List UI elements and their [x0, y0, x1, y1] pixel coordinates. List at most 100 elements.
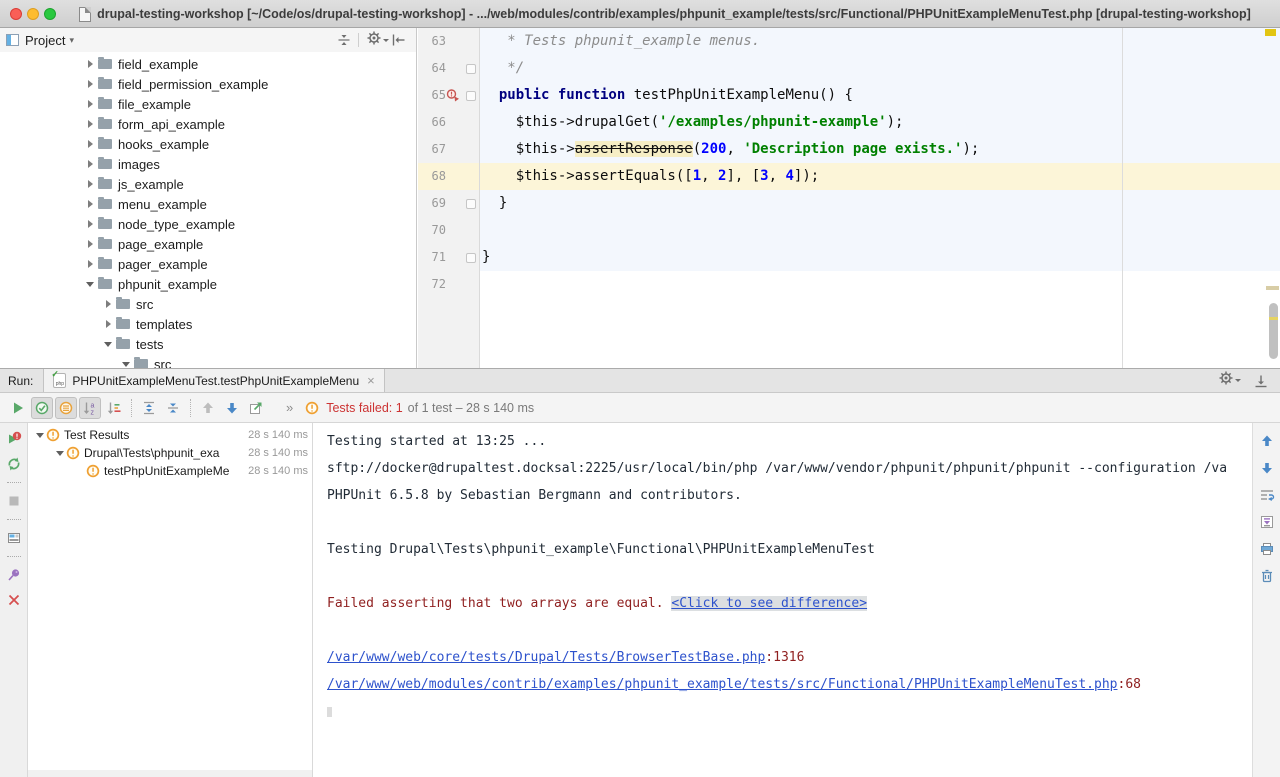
chevron-right-icon[interactable] [84, 160, 96, 168]
gear-icon[interactable] [364, 31, 390, 49]
error-stripe-mark[interactable] [1266, 286, 1279, 290]
pin-icon[interactable] [6, 567, 22, 583]
chevron-right-icon[interactable] [84, 80, 96, 88]
gutter-line-70[interactable]: 70 [418, 217, 480, 244]
chevron-right-icon[interactable] [84, 220, 96, 228]
restore-layout-icon[interactable] [6, 530, 22, 546]
fold-marker-icon[interactable] [466, 253, 476, 263]
gutter-line-67[interactable]: 67 [418, 136, 480, 163]
chevron-down-icon[interactable] [34, 433, 46, 438]
code-text[interactable]: } [480, 244, 1280, 271]
previous-failed-icon[interactable] [197, 397, 219, 419]
console-link[interactable]: <Click to see difference> [671, 596, 867, 611]
hide-panel-icon[interactable] [390, 31, 408, 49]
chevron-right-icon[interactable] [84, 260, 96, 268]
tree-item-tests[interactable]: tests [0, 334, 416, 354]
clear-all-icon[interactable] [1259, 568, 1275, 584]
tree-item-src[interactable]: src [0, 294, 416, 314]
code-text[interactable]: public function testPhpUnitExampleMenu()… [480, 82, 1280, 109]
chevron-right-icon[interactable] [84, 100, 96, 108]
chevron-right-icon[interactable] [84, 140, 96, 148]
console-link[interactable]: /var/www/web/modules/contrib/examples/ph… [327, 677, 1118, 692]
code-text[interactable]: $this->assertEquals([1, 2], [3, 4]); [480, 163, 1280, 190]
code-text[interactable]: * Tests phpunit_example menus. [480, 28, 1280, 55]
console-output[interactable]: Testing started at 13:25 ...sftp://docke… [314, 423, 1252, 777]
tree-item-js_example[interactable]: js_example [0, 174, 416, 194]
tree-item-phpunit_example[interactable]: phpunit_example [0, 274, 416, 294]
tree-item-file_example[interactable]: file_example [0, 94, 416, 114]
chevron-down-icon[interactable] [84, 282, 96, 287]
chevron-down-icon[interactable]: ▾ [69, 35, 74, 46]
tree-item-hooks_example[interactable]: hooks_example [0, 134, 416, 154]
chevron-right-icon[interactable] [84, 60, 96, 68]
gutter-line-68[interactable]: 68 [418, 163, 480, 190]
collapse-all-icon[interactable] [162, 397, 184, 419]
close-window-button[interactable] [10, 8, 22, 20]
rerun-icon[interactable] [7, 397, 29, 419]
tree-item-images[interactable]: images [0, 154, 416, 174]
chevron-down-icon[interactable] [120, 362, 132, 367]
tree-item-form_api_example[interactable]: form_api_example [0, 114, 416, 134]
down-stack-icon[interactable] [1259, 460, 1275, 476]
print-icon[interactable] [1259, 541, 1275, 557]
show-ignored-icon[interactable] [55, 397, 77, 419]
rerun-failed-icon[interactable] [6, 431, 22, 447]
show-passed-icon[interactable] [31, 397, 53, 419]
chevron-right-icon[interactable] [84, 240, 96, 248]
project-panel-title[interactable]: Project [25, 33, 65, 48]
sort-by-duration-icon[interactable] [103, 397, 125, 419]
code-text[interactable]: */ [480, 55, 1280, 82]
tree-item-page_example[interactable]: page_example [0, 234, 416, 254]
locate-icon[interactable] [335, 31, 353, 49]
test-result-row[interactable]: Drupal\Tests\phpunit_exa28 s 140 ms [28, 444, 312, 462]
gear-icon[interactable] [1216, 372, 1242, 390]
test-history-icon[interactable] [245, 397, 267, 419]
gutter-line-65[interactable]: 65 [418, 82, 480, 109]
chevron-right-icon[interactable] [102, 320, 114, 328]
minimize-window-button[interactable] [27, 8, 39, 20]
code-text[interactable] [480, 217, 1280, 244]
failed-test-icon[interactable] [446, 89, 460, 107]
chevron-right-icon[interactable] [84, 120, 96, 128]
hide-panel-icon[interactable] [1252, 372, 1270, 390]
close-tab-icon[interactable]: × [367, 373, 375, 388]
zoom-window-button[interactable] [44, 8, 56, 20]
tree-item-src[interactable]: src [0, 354, 416, 368]
tree-item-menu_example[interactable]: menu_example [0, 194, 416, 214]
up-stack-icon[interactable] [1259, 433, 1275, 449]
expand-all-icon[interactable] [138, 397, 160, 419]
chevron-down-icon[interactable] [102, 342, 114, 347]
code-editor[interactable]: 63 * Tests phpunit_example menus.64 */65… [418, 28, 1280, 368]
code-text[interactable]: } [480, 190, 1280, 217]
gutter-line-64[interactable]: 64 [418, 55, 480, 82]
test-result-row[interactable]: testPhpUnitExampleMe28 s 140 ms [28, 462, 312, 480]
gutter-line-69[interactable]: 69 [418, 190, 480, 217]
close-icon[interactable] [6, 592, 22, 608]
tree-item-pager_example[interactable]: pager_example [0, 254, 416, 274]
gutter-line-63[interactable]: 63 [418, 28, 480, 55]
gutter-line-66[interactable]: 66 [418, 109, 480, 136]
soft-wrap-icon[interactable] [1259, 487, 1275, 503]
gutter-line-71[interactable]: 71 [418, 244, 480, 271]
test-result-row[interactable]: Test Results28 s 140 ms [28, 426, 312, 444]
code-text[interactable] [480, 271, 1280, 298]
tree-item-field_example[interactable]: field_example [0, 54, 416, 74]
tree-horizontal-scrollbar[interactable] [28, 770, 312, 777]
code-text[interactable]: $this->assertResponse(200, 'Description … [480, 136, 1280, 163]
tree-item-field_permission_example[interactable]: field_permission_example [0, 74, 416, 94]
chevron-right-icon[interactable] [102, 300, 114, 308]
tree-item-node_type_example[interactable]: node_type_example [0, 214, 416, 234]
gutter-line-72[interactable]: 72 [418, 271, 480, 298]
fold-marker-icon[interactable] [466, 91, 476, 101]
code-text[interactable]: $this->drupalGet('/examples/phpunit-exam… [480, 109, 1280, 136]
chevron-right-icon[interactable] [84, 200, 96, 208]
fold-marker-icon[interactable] [466, 199, 476, 209]
stop-icon[interactable] [6, 493, 22, 509]
next-failed-icon[interactable] [221, 397, 243, 419]
scroll-to-end-icon[interactable] [1259, 514, 1275, 530]
chevron-down-icon[interactable] [54, 451, 66, 456]
tree-item-templates[interactable]: templates [0, 314, 416, 334]
chevron-right-icon[interactable] [84, 180, 96, 188]
run-tab[interactable]: php✓ PHPUnitExampleMenuTest.testPhpUnitE… [43, 369, 384, 392]
console-link[interactable]: /var/www/web/core/tests/Drupal/Tests/Bro… [327, 650, 765, 665]
